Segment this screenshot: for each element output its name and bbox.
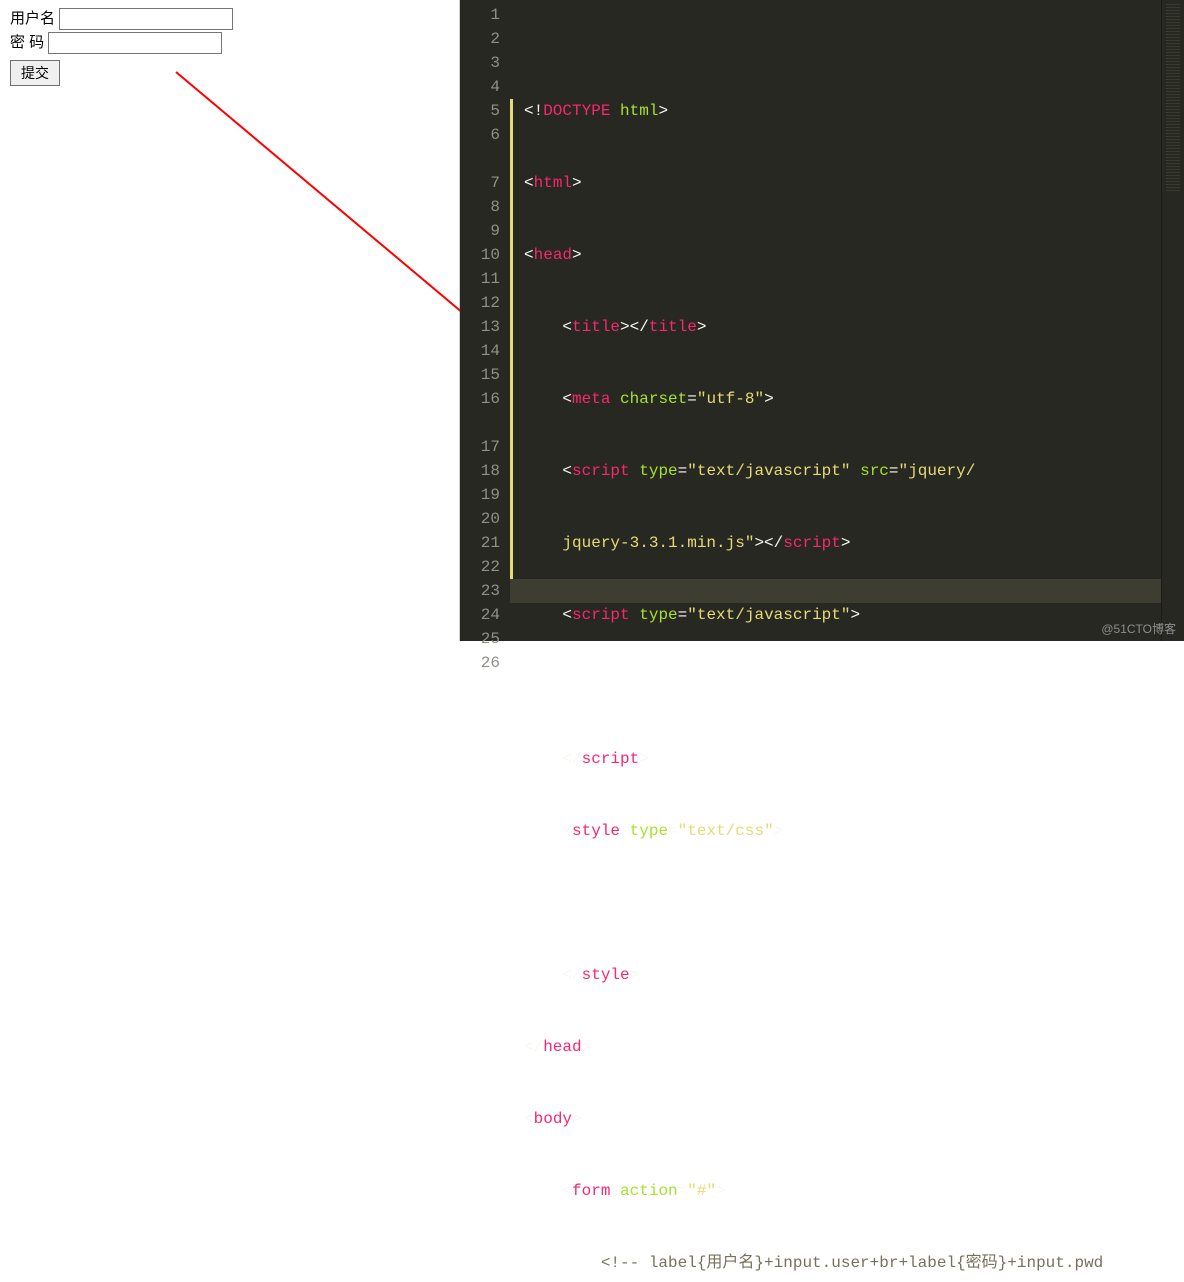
- password-field[interactable]: [48, 32, 222, 54]
- submit-button[interactable]: [10, 60, 60, 86]
- minimap[interactable]: [1161, 0, 1184, 641]
- browser-preview: 用户名 密 码: [0, 0, 460, 641]
- watermark: @51CTO博客: [1101, 620, 1176, 637]
- code-area[interactable]: <!DOCTYPE html> <html> <head> <title></t…: [510, 0, 1161, 641]
- username-label: 用户名: [10, 10, 55, 27]
- code-editor[interactable]: 1234567891011121314151617181920212223242…: [460, 0, 1184, 641]
- demo-form: 用户名 密 码: [10, 8, 449, 86]
- active-line-highlight: [510, 579, 1161, 603]
- username-field[interactable]: [59, 8, 233, 30]
- password-label: 密 码: [10, 34, 44, 51]
- line-gutter: 1234567891011121314151617181920212223242…: [460, 0, 510, 641]
- change-marker: [510, 99, 513, 579]
